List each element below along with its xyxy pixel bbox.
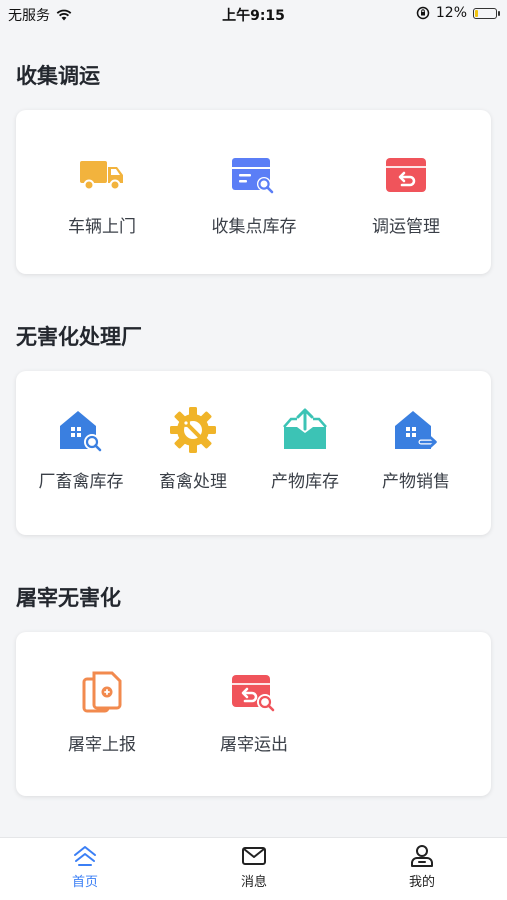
harmless-plant-card: 厂畜禽库存 畜禽处理 产物库存 产物销售 (16, 371, 491, 535)
tab-mine-label: 我的 (408, 875, 435, 890)
battery-icon (473, 7, 500, 19)
home-icon (74, 846, 96, 866)
section-title-collection: 收集调运 (16, 64, 100, 88)
truck-icon (77, 150, 127, 200)
slaughter-report-label: 屠宰上报 (68, 735, 136, 755)
vehicle-visit-button[interactable]: 车辆上门 (42, 150, 162, 237)
section-title-harmless-plant: 无害化处理厂 (16, 325, 142, 349)
dispatch-management-label: 调运管理 (372, 217, 440, 237)
tab-home-label: 首页 (71, 875, 98, 890)
box-return-search-icon (229, 668, 279, 718)
product-sales-label: 产物销售 (382, 472, 450, 492)
slaughter-report-button[interactable]: 屠宰上报 (42, 668, 162, 755)
box-upload-icon (280, 405, 330, 455)
product-inventory-label: 产物库存 (271, 472, 339, 492)
tab-messages[interactable]: 消息 (204, 844, 304, 890)
tab-home[interactable]: 首页 (35, 844, 135, 890)
slaughter-shipment-button[interactable]: 屠宰运出 (194, 668, 314, 755)
slaughter-card: 屠宰上报 屠宰运出 (16, 632, 491, 796)
dispatch-management-button[interactable]: 调运管理 (346, 150, 466, 237)
collection-point-inventory-button[interactable]: 收集点库存 (194, 150, 314, 237)
battery-percent: 12% (435, 5, 467, 21)
user-icon (411, 845, 433, 867)
livestock-processing-label: 畜禽处理 (159, 472, 227, 492)
box-return-icon (381, 150, 431, 200)
slaughter-shipment-label: 屠宰运出 (220, 735, 288, 755)
warehouse-export-icon (391, 405, 441, 455)
tab-messages-label: 消息 (240, 875, 267, 890)
warehouse-search-icon (56, 405, 106, 455)
bottom-tab-bar: 首页 消息 我的 (0, 837, 507, 900)
livestock-processing-button[interactable]: 畜禽处理 (133, 405, 253, 492)
orientation-lock-icon (416, 6, 430, 20)
document-report-icon (77, 668, 127, 718)
status-bar: 无服务 上午9:15 12% (0, 0, 507, 28)
product-inventory-button[interactable]: 产物库存 (245, 405, 365, 492)
plant-livestock-inventory-label: 厂畜禽库存 (38, 472, 124, 492)
inventory-search-icon (229, 150, 279, 200)
tab-mine[interactable]: 我的 (372, 844, 472, 890)
plant-livestock-inventory-button[interactable]: 厂畜禽库存 (21, 405, 141, 492)
gear-wrench-icon (168, 405, 218, 455)
section-title-slaughter: 屠宰无害化 (16, 586, 121, 610)
mail-icon (242, 847, 266, 865)
collection-point-inventory-label: 收集点库存 (211, 217, 297, 237)
vehicle-visit-label: 车辆上门 (68, 217, 136, 237)
product-sales-button[interactable]: 产物销售 (356, 405, 476, 492)
collection-card: 车辆上门 收集点库存 调运管理 (16, 110, 491, 274)
